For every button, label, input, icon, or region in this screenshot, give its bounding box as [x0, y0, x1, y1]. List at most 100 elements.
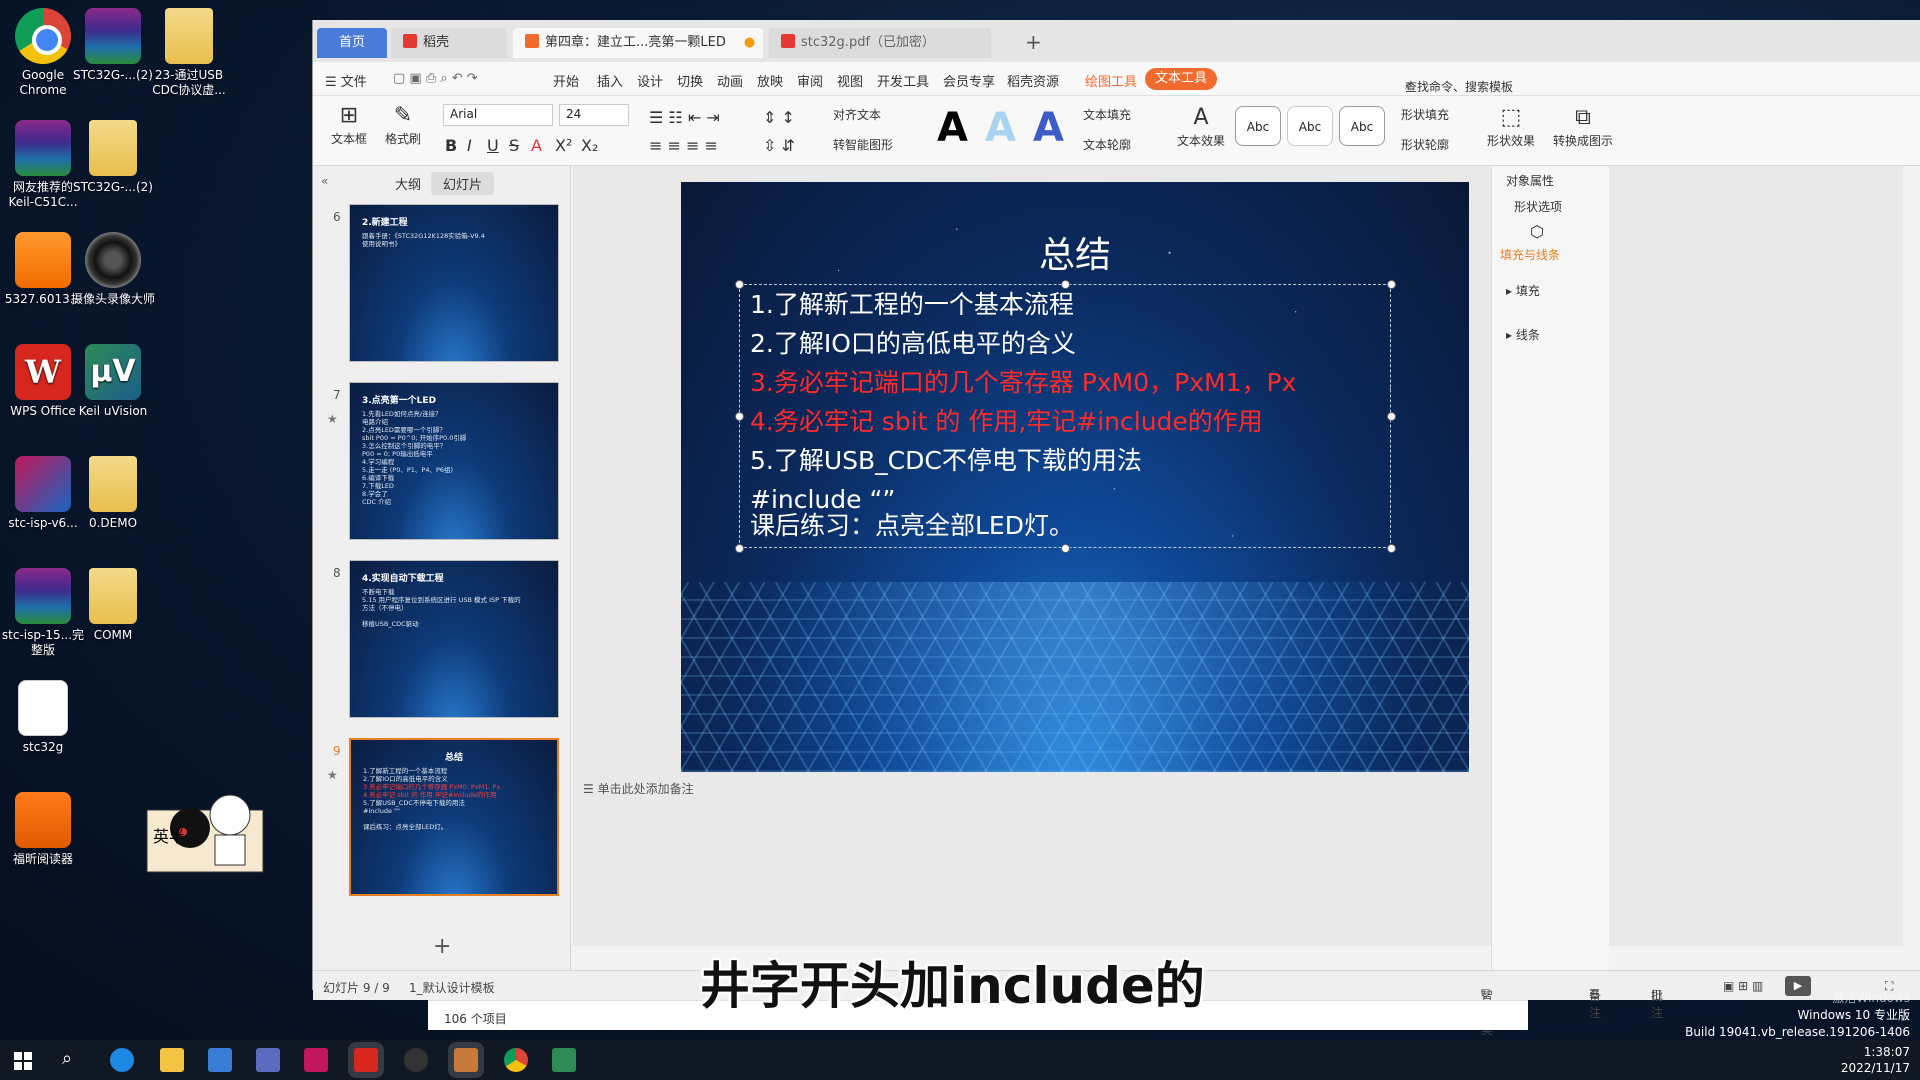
keil-taskbar-icon[interactable] [552, 1048, 576, 1072]
recording-app-icon[interactable] [454, 1048, 478, 1072]
tab-outline[interactable]: 大纲 [383, 172, 433, 195]
bold-icon[interactable]: B [445, 136, 457, 155]
command-search[interactable]: ⌕ 查找命令、搜索模板 [1405, 69, 1585, 94]
slide-thumbnail-6[interactable]: 6 2.新建工程 跟着手册：《STC32G12K128实验箱-V9.4 使用说明… [313, 204, 571, 374]
store-icon[interactable] [208, 1048, 232, 1072]
chevron-right-icon: ▸ [1506, 328, 1516, 342]
chrome-icon[interactable] [504, 1048, 528, 1072]
resize-handle-r[interactable] [1387, 412, 1396, 421]
search-icon[interactable]: ⌕ [62, 1048, 72, 1069]
slide-thumbnail-7[interactable]: 7 ★ 3.点亮第一个LED 1.先看LED如何点亮/连接？ 电路介绍 2.点亮… [313, 382, 571, 552]
tab-slides[interactable]: 幻灯片 [431, 172, 495, 195]
shape-fill-button[interactable]: 形状填充 [1401, 106, 1449, 123]
desktop-icon-usb-cdc-folder[interactable]: 23-通过USB CDC协议虚... [146, 8, 232, 98]
stc-isp-icon[interactable] [304, 1048, 328, 1072]
shape-style-1[interactable]: Abc [1235, 106, 1281, 146]
fill-and-line-tab[interactable]: 填充与线条 [1500, 246, 1560, 263]
list-icons[interactable]: ☰ ☷ ⇤ ⇥ [649, 108, 720, 127]
text-style-blue-icon[interactable]: A [1033, 106, 1064, 150]
resize-handle-tl[interactable] [735, 280, 744, 289]
font-family-select[interactable]: Arial [443, 104, 553, 126]
resize-handle-tr[interactable] [1387, 280, 1396, 289]
subscript-icon[interactable]: X₂ [581, 136, 598, 155]
underline-icon[interactable]: U [487, 136, 499, 155]
current-slide[interactable]: 总结 1.了解新工程的一个基本流程 2.了解IO口的高低电平的含义 3.务必牢记… [681, 182, 1469, 772]
stc-tool-icon[interactable] [256, 1048, 280, 1072]
slide-thumbnail-8[interactable]: 8 4.实现自动下载工程 不断电下载 5.15 用户程序复位到系统区进行 USB… [313, 560, 571, 730]
quick-access-icons[interactable]: ▢ ▣ ⎙ ⌕ ↶ ↷ [393, 71, 478, 86]
menu-review[interactable]: 审阅 [797, 71, 823, 90]
desktop-icon-foxit[interactable]: 福昕阅读器 [0, 792, 86, 867]
menu-transition[interactable]: 切换 [677, 71, 703, 90]
desktop-icon-stc32g-pdf[interactable]: stc32g [0, 680, 86, 755]
menu-slideshow[interactable]: 放映 [757, 71, 783, 90]
collapse-panel-icon[interactable]: « [321, 174, 328, 188]
menu-drawing-tools[interactable]: 绘图工具 [1085, 71, 1137, 90]
text-outline-button[interactable]: 文本轮廓 [1083, 136, 1131, 153]
slide-title[interactable]: 总结 [681, 226, 1469, 278]
shape-effect-button[interactable]: ⬚ 形状效果 [1481, 104, 1541, 149]
menu-text-tools[interactable]: 文本工具 [1145, 68, 1218, 90]
menu-docer-resources[interactable]: 稻壳资源 [1007, 71, 1059, 90]
desktop-icon-demo[interactable]: 0.DEMO [70, 456, 156, 531]
template-name[interactable]: 1_默认设计模板 [409, 979, 495, 996]
desktop-icon-comm[interactable]: COMM [70, 568, 156, 643]
textbox-button[interactable]: ⊞ 文本框 [325, 102, 373, 147]
resize-handle-br[interactable] [1387, 544, 1396, 553]
italic-icon[interactable]: I [467, 136, 472, 155]
notes-area[interactable]: ☰ 单击此处添加备注 [573, 774, 1573, 802]
shape-style-3[interactable]: Abc [1339, 106, 1385, 146]
shape-options-tab[interactable]: 形状选项 [1514, 198, 1562, 215]
text-style-black-icon[interactable]: A [937, 106, 968, 150]
tab-pdf[interactable]: stc32g.pdf（已加密） [769, 28, 991, 58]
menu-animation[interactable]: 动画 [717, 71, 743, 90]
file-explorer-icon[interactable] [160, 1048, 184, 1072]
desktop-icon-camera-recorder[interactable]: 摄像头录像大师 [70, 232, 156, 307]
line-spacing-icons[interactable]: ⇳ ⇵ [763, 136, 795, 155]
resize-handle-bl[interactable] [735, 544, 744, 553]
menu-member[interactable]: 会员专享 [943, 71, 995, 90]
menu-design[interactable]: 设计 [637, 71, 663, 90]
font-size-select[interactable]: 24 [559, 104, 629, 126]
object-properties-title[interactable]: 对象属性 [1506, 172, 1554, 189]
resize-handle-t[interactable] [1061, 280, 1070, 289]
shape-style-2[interactable]: Abc [1287, 106, 1333, 146]
smart-shape-button[interactable]: 转智能图形 [833, 136, 893, 153]
desktop-icon-stc32g-folder[interactable]: STC32G-...(2) [70, 120, 156, 195]
convert-graphic-button[interactable]: ⧉ 转换成图示 [1549, 104, 1617, 149]
resize-handle-b[interactable] [1061, 544, 1070, 553]
align-text-button[interactable]: 对齐文本 [833, 106, 881, 123]
menu-insert[interactable]: 插入 [597, 71, 623, 90]
shape-outline-button[interactable]: 形状轮廓 [1401, 136, 1449, 153]
edge-icon[interactable] [110, 1048, 134, 1072]
slide-thumbnail-9[interactable]: 9 ★ 总结 1.了解新工程的一个基本流程 2.了解IO口的高低电平的含义 3.… [313, 738, 571, 908]
text-style-light-icon[interactable]: A [985, 106, 1016, 150]
resize-handle-l[interactable] [735, 412, 744, 421]
tab-home[interactable]: 首页 [317, 28, 387, 58]
menu-view[interactable]: 视图 [837, 71, 863, 90]
line-section[interactable]: ▸ 线条 [1506, 326, 1540, 343]
tab-docer[interactable]: 稻壳 [391, 28, 507, 58]
font-color-icon[interactable]: A [531, 136, 542, 155]
camera-recorder-icon[interactable] [404, 1048, 428, 1072]
align-icons[interactable]: ≡ ≡ ≡ ≡ [649, 136, 718, 155]
text-effect-button[interactable]: A 文本效果 [1173, 104, 1229, 149]
superscript-icon[interactable]: X² [555, 136, 572, 155]
desktop-icon-keil[interactable]: μV Keil uVision [70, 344, 156, 419]
system-clock[interactable]: 1:38:07 2022/11/17 [1841, 1044, 1910, 1076]
spacing-icons[interactable]: ⇕ ↕ [763, 108, 795, 127]
add-slide-plus-icon[interactable]: + [433, 934, 451, 959]
format-painter-button[interactable]: ✎ 格式刷 [379, 102, 427, 147]
content-textbox[interactable]: 1.了解新工程的一个基本流程 2.了解IO口的高低电平的含义 3.务必牢记端口的… [735, 280, 1396, 553]
tab-current-presentation[interactable]: 第四章：建立工...亮第一颗LED ● [513, 28, 763, 58]
menu-developer[interactable]: 开发工具 [877, 71, 929, 90]
wps-taskbar-icon[interactable] [354, 1048, 378, 1072]
fill-section[interactable]: ▸ 填充 [1506, 282, 1540, 299]
windows-start-icon[interactable] [14, 1052, 32, 1070]
menu-start[interactable]: 开始 [553, 71, 579, 90]
new-tab-plus-icon[interactable]: + [1025, 30, 1042, 54]
desktop-icon-stc32g-archive[interactable]: STC32G-...(2) [70, 8, 156, 83]
file-menu[interactable]: ☰ 文件 [325, 71, 367, 90]
text-fill-button[interactable]: 文本填充 [1083, 106, 1131, 123]
strikethrough-icon[interactable]: S [509, 136, 519, 155]
